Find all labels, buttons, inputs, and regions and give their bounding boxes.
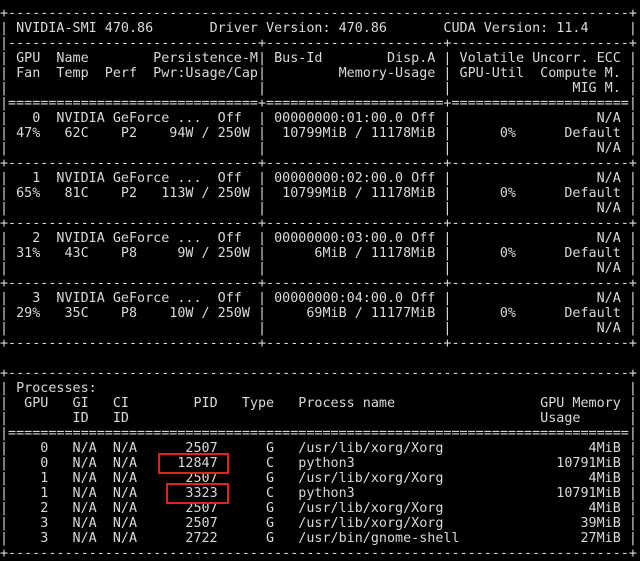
terminal-line: +---------------------------------------… (0, 6, 637, 21)
line-text: C python3 10791MiB | (225, 486, 637, 501)
terminal-line: | 1 N/A N/A 3323 C python3 10791MiB | (0, 483, 640, 504)
terminal-line: | 0 NVIDIA GeForce ... Off | 00000000:01… (0, 111, 637, 126)
terminal-output: +---------------------------------------… (0, 0, 640, 561)
terminal-line: +-------------------------------+-------… (0, 336, 637, 351)
terminal-line: +-------------------------------+-------… (0, 276, 637, 291)
terminal-line: | 1 NVIDIA GeForce ... Off | 00000000:02… (0, 171, 637, 186)
terminal-line: | | | N/A | (0, 321, 637, 336)
terminal-line: | | | N/A | (0, 261, 637, 276)
terminal-line: | 65% 81C P2 113W / 250W | 10799MiB / 11… (0, 186, 637, 201)
terminal-line: +-------------------------------+-------… (0, 216, 637, 231)
terminal-line: | GPU GI CI PID Type Process name GPU Me… (0, 396, 637, 411)
terminal-line: | 29% 35C P8 10W / 250W | 69MiB / 11177M… (0, 306, 637, 321)
terminal-line: +---------------------------------------… (0, 366, 637, 381)
terminal-line: | 3 NVIDIA GeForce ... Off | 00000000:04… (0, 291, 637, 306)
terminal-line: +-------------------------------+-------… (0, 156, 637, 171)
terminal-line: | Processes: | (0, 381, 637, 396)
terminal-line: | NVIDIA-SMI 470.86 Driver Version: 470.… (0, 21, 637, 36)
terminal-line: |-------------------------------+-------… (0, 36, 637, 51)
terminal-line: +---------------------------------------… (0, 546, 637, 561)
terminal-line: | 3 N/A N/A 2722 G /usr/bin/gnome-shell … (0, 531, 637, 546)
highlighted-pid: 3323 (166, 483, 229, 504)
terminal-line: | 31% 43C P8 9W / 250W | 6MiB / 11178MiB… (0, 246, 637, 261)
terminal-line: | | | MIG M. | (0, 81, 637, 96)
terminal-line: |=======================================… (0, 426, 637, 441)
line-text: C python3 10791MiB | (225, 456, 637, 471)
line-text: | 1 N/A N/A (0, 486, 170, 501)
terminal-line: | | | N/A | (0, 141, 637, 156)
terminal-line: | 2 N/A N/A 2507 G /usr/lib/xorg/Xorg 4M… (0, 501, 637, 516)
terminal-line: | GPU Name Persistence-M| Bus-Id Disp.A … (0, 51, 637, 66)
terminal-line: | 47% 62C P2 94W / 250W | 10799MiB / 111… (0, 126, 637, 141)
terminal-line: | Fan Temp Perf Pwr:Usage/Cap| Memory-Us… (0, 66, 637, 81)
line-text: | 0 N/A N/A (0, 456, 162, 471)
terminal-line: | 3 N/A N/A 2507 G /usr/lib/xorg/Xorg 39… (0, 516, 637, 531)
terminal-line: | 0 N/A N/A 2507 G /usr/lib/xorg/Xorg 4M… (0, 441, 637, 456)
terminal-line: | 2 NVIDIA GeForce ... Off | 00000000:03… (0, 231, 637, 246)
terminal-line: | 1 N/A N/A 2507 G /usr/lib/xorg/Xorg 4M… (0, 471, 637, 486)
terminal-line: |===============================+=======… (0, 96, 637, 111)
terminal-line: | | | N/A | (0, 201, 637, 216)
highlighted-pid: 12847 (158, 453, 229, 474)
terminal-line: | ID ID Usage | (0, 411, 637, 426)
terminal-line: | 0 N/A N/A 12847 C python3 10791MiB | (0, 453, 640, 474)
